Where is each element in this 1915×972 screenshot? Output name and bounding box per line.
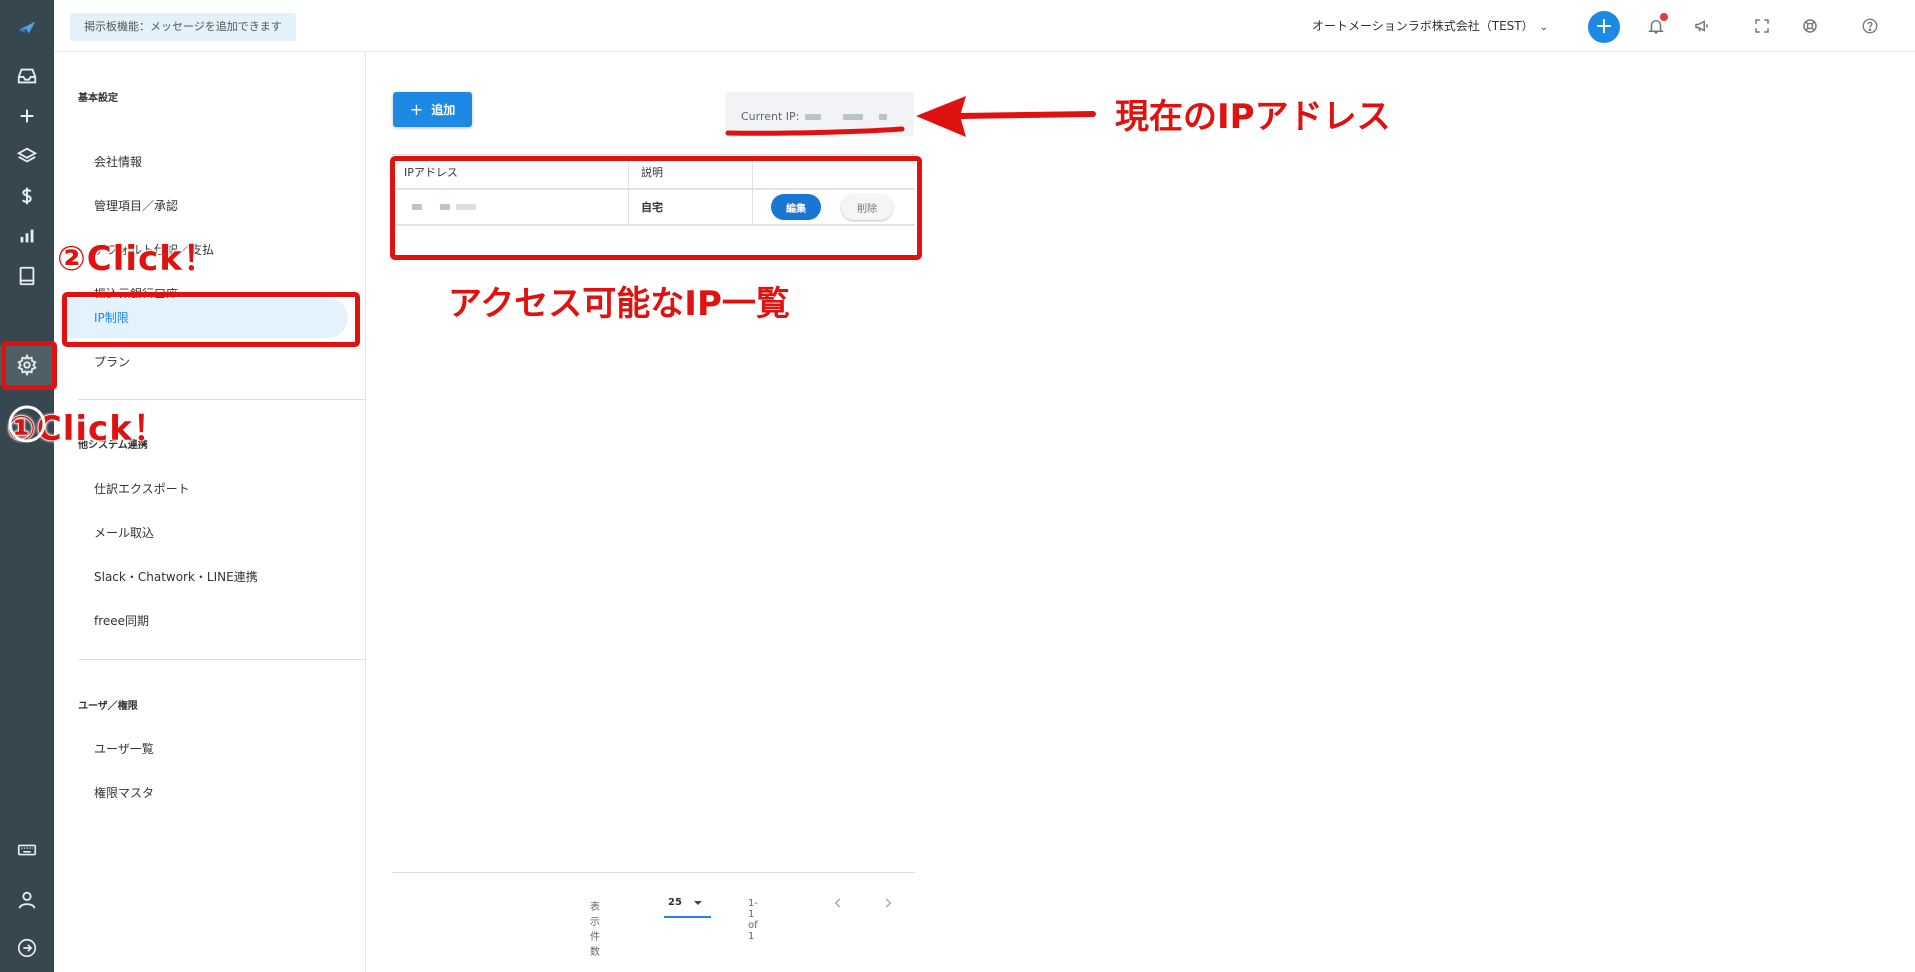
prev-page-icon[interactable] bbox=[827, 892, 849, 914]
fullscreen-icon[interactable] bbox=[1751, 15, 1773, 37]
bar-chart-icon[interactable] bbox=[0, 216, 54, 256]
add-button-label: 追加 bbox=[431, 103, 456, 117]
pager-range: 1-1 of 1 bbox=[748, 898, 758, 942]
top-header: 掲示板機能：メッセージを追加できます オートメーションラボ株式会社（TEST） ⌄… bbox=[54, 0, 1915, 52]
dropdown-arrow-icon bbox=[694, 901, 702, 905]
highlight-ip-table bbox=[390, 156, 922, 260]
sidebar-item-mail-import[interactable]: メール取込 bbox=[60, 513, 348, 553]
bell-icon[interactable] bbox=[1645, 13, 1668, 37]
book-icon[interactable] bbox=[0, 256, 54, 296]
redacted-ip bbox=[805, 114, 822, 120]
user-icon[interactable] bbox=[0, 880, 54, 920]
board-message[interactable]: 掲示板機能：メッセージを追加できます bbox=[70, 13, 296, 41]
next-page-icon[interactable] bbox=[877, 892, 899, 914]
keyboard-icon[interactable] bbox=[0, 830, 54, 870]
chevron-down-icon: ⌄ bbox=[1539, 22, 1549, 33]
sidebar-divider bbox=[78, 659, 366, 660]
add-ip-button[interactable]: + 追加 bbox=[393, 92, 472, 127]
sidebar-item-user-list[interactable]: ユーザ一覧 bbox=[60, 729, 348, 769]
redacted-ip bbox=[843, 114, 864, 120]
help-icon[interactable] bbox=[1859, 15, 1881, 37]
current-ip-label: Current IP: bbox=[741, 110, 800, 123]
sidebar-item-role-master[interactable]: 権限マスタ bbox=[60, 773, 348, 813]
annotation-step-2: ②Click！ bbox=[56, 238, 218, 279]
megaphone-icon[interactable] bbox=[1691, 15, 1713, 37]
support-icon[interactable] bbox=[1799, 15, 1821, 37]
arrow-icon bbox=[916, 96, 1096, 137]
annotation-step-1: ①Click！ bbox=[6, 408, 168, 449]
company-name: オートメーションラボ株式会社（TEST） bbox=[1312, 19, 1534, 33]
sidebar-item-journal-export[interactable]: 仕訳エクスポート bbox=[60, 469, 348, 509]
pager-divider bbox=[392, 872, 915, 873]
inbox-icon[interactable] bbox=[0, 56, 54, 96]
redacted-ip bbox=[879, 114, 888, 120]
notification-dot bbox=[1660, 13, 1668, 21]
app-window: 掲示板機能：メッセージを追加できます オートメーションラボ株式会社（TEST） ⌄… bbox=[0, 0, 1915, 972]
sidebar-item-plan[interactable]: プラン bbox=[60, 342, 348, 382]
per-page-value: 25 bbox=[668, 897, 682, 908]
plus-icon: + bbox=[409, 100, 424, 119]
settings-sidebar: 基本設定 会社情報 管理項目／承認 デフォルト仕訳／支払 振込元銀行口座 IP制… bbox=[54, 52, 366, 972]
per-page-label: 表示件数 bbox=[590, 902, 600, 958]
logo-icon[interactable] bbox=[0, 8, 54, 48]
icon-rail bbox=[0, 0, 54, 972]
annotation-ip-list: アクセス可能なIP一覧 bbox=[448, 284, 790, 324]
sidebar-item-management[interactable]: 管理項目／承認 bbox=[60, 186, 348, 226]
per-page-select[interactable]: 25 bbox=[664, 890, 711, 918]
sidebar-item-freee-sync[interactable]: freee同期 bbox=[60, 601, 348, 641]
highlight-ip-restriction-item bbox=[62, 292, 360, 347]
dollar-icon[interactable] bbox=[0, 176, 54, 216]
current-ip-display: Current IP: bbox=[725, 92, 914, 136]
section-title-users: ユーザ／権限 bbox=[78, 701, 138, 712]
header-add-button[interactable]: + bbox=[1588, 11, 1620, 43]
logout-icon[interactable] bbox=[0, 928, 54, 968]
company-selector[interactable]: オートメーションラボ株式会社（TEST） ⌄ bbox=[1312, 17, 1548, 34]
sidebar-item-company-info[interactable]: 会社情報 bbox=[60, 142, 348, 182]
sidebar-divider bbox=[78, 399, 366, 400]
layers-icon[interactable] bbox=[0, 136, 54, 176]
sidebar-item-chat-integration[interactable]: Slack・Chatwork・LINE連携 bbox=[60, 557, 348, 597]
section-title-basic: 基本設定 bbox=[78, 93, 118, 104]
highlight-settings-icon bbox=[1, 341, 57, 390]
annotation-current-ip: 現在のIPアドレス bbox=[1115, 97, 1391, 137]
plus-icon[interactable] bbox=[0, 96, 54, 136]
